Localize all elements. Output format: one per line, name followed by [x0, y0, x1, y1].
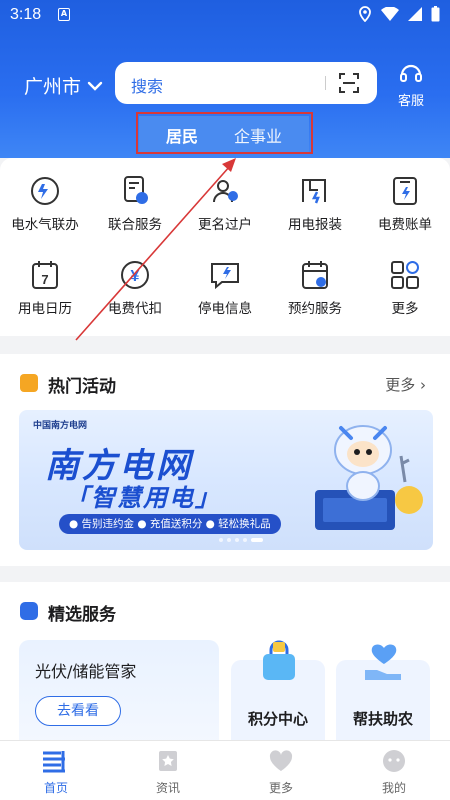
- banner-dots: [219, 538, 263, 542]
- banner-subtitle: 「智慧用电」: [65, 484, 221, 512]
- service-grid: 电水气联办 联合服务 更名过户 用电报装 电费账单 7 用电日历 ¥ 电费代扣 …: [0, 158, 450, 336]
- rename-transfer-icon: [213, 180, 238, 203]
- annotation-box: [136, 112, 313, 154]
- chevron-right-icon: ›: [420, 376, 426, 394]
- grid-item-power-install[interactable]: 用电报装: [270, 174, 360, 233]
- customer-service-button[interactable]: 客服: [394, 62, 428, 109]
- featured-icon: [20, 602, 38, 620]
- nav-news-label: 资讯: [155, 781, 180, 795]
- battery-icon: [431, 6, 440, 22]
- nav-home[interactable]: 首页: [0, 749, 112, 796]
- hot-activities-section: 热门活动 更多 › 中国南方电网 南方电网 「智慧用电」 ● 告别违约金 ● 充…: [0, 354, 450, 566]
- scan-icon[interactable]: [338, 72, 360, 94]
- go-see-button[interactable]: 去看看: [35, 696, 121, 726]
- points-center-card[interactable]: 积分中心: [231, 640, 325, 750]
- svg-text:¥: ¥: [131, 268, 140, 285]
- home-icon: [43, 751, 65, 773]
- points-center-label: 积分中心: [247, 710, 308, 728]
- status-bar: 3:18 A: [0, 0, 450, 32]
- banner-pill: ● 告别违约金 ● 充值送积分 ● 轻松换礼品: [59, 514, 281, 534]
- city-selector[interactable]: 广州市: [24, 72, 103, 99]
- mascot-illustration: [315, 425, 423, 530]
- nav-home-label: 首页: [43, 781, 68, 795]
- hot-activities-title: 热门活动: [48, 377, 116, 397]
- nav-more-label: 更多: [268, 781, 293, 795]
- profile-icon: [383, 750, 405, 772]
- nav-me-label: 我的: [381, 781, 406, 795]
- bill-icon: [393, 177, 417, 205]
- featured-services-section: 精选服务 光伏/储能管家 去看看 积分中心 帮扶助农: [0, 582, 450, 750]
- nav-me[interactable]: 我的: [338, 749, 450, 796]
- nav-news[interactable]: 资讯: [112, 749, 224, 796]
- points-center-icon: [263, 640, 295, 680]
- grid-item-appointment[interactable]: 预约服务: [270, 258, 360, 317]
- appointment-icon: [302, 261, 328, 289]
- heart-icon: [269, 750, 293, 771]
- banner-logo: 中国南方电网: [33, 421, 88, 431]
- grid-item-joint-service[interactable]: 联合服务: [90, 174, 180, 233]
- svg-text:7: 7: [41, 272, 48, 287]
- calendar-icon: 7: [32, 261, 58, 289]
- help-farmers-icon: [365, 644, 401, 680]
- customer-service-label: 客服: [397, 94, 424, 109]
- city-label: 广州市: [24, 76, 82, 98]
- activity-banner[interactable]: 中国南方电网 南方电网 「智慧用电」 ● 告别违约金 ● 充值送积分 ● 轻松换…: [19, 410, 433, 550]
- help-farmers-label: 帮扶助农: [352, 710, 413, 728]
- wifi-icon: [381, 7, 399, 21]
- search-input[interactable]: 搜索: [131, 73, 163, 97]
- solar-storage-title: 光伏/储能管家: [35, 662, 137, 681]
- grid-item-calendar[interactable]: 7 用电日历: [0, 258, 90, 317]
- water-electric-gas-icon: [31, 177, 59, 205]
- signal-icon: [408, 7, 422, 21]
- auto-debit-icon: ¥: [121, 261, 149, 289]
- grid-item-water-electric-gas[interactable]: 电水气联办: [0, 174, 90, 233]
- gift-icon: [20, 374, 38, 392]
- more-label: 更多: [385, 376, 416, 394]
- status-time: 3:18: [10, 6, 42, 23]
- grid-item-auto-debit[interactable]: ¥ 电费代扣: [90, 258, 180, 317]
- more-grid-icon: [391, 261, 419, 289]
- location-icon: [359, 6, 371, 22]
- header: 3:18 A 广州市 搜索 客服 居民 企事业: [0, 0, 450, 158]
- outage-info-icon: [211, 263, 239, 290]
- notification-icon: A: [58, 8, 70, 21]
- grid-item-bill[interactable]: 电费账单: [360, 174, 450, 233]
- nav-more[interactable]: 更多: [225, 749, 337, 796]
- bottom-nav: 首页 资讯 更多 我的: [0, 740, 450, 800]
- featured-title: 精选服务: [48, 605, 116, 625]
- solar-storage-card[interactable]: 光伏/储能管家 去看看: [19, 640, 219, 750]
- news-icon: [159, 751, 177, 771]
- grid-item-outage-info[interactable]: 停电信息: [180, 258, 270, 317]
- search-bar[interactable]: 搜索: [115, 62, 377, 104]
- chevron-down-icon: [87, 81, 103, 91]
- headset-icon: [400, 64, 422, 82]
- search-divider: [325, 76, 326, 90]
- grid-item-more[interactable]: 更多: [360, 258, 450, 317]
- help-farmers-card[interactable]: 帮扶助农: [336, 644, 430, 750]
- more-link[interactable]: 更多 ›: [385, 374, 426, 395]
- grid-item-rename-transfer[interactable]: 更名过户: [180, 174, 270, 233]
- power-install-icon: [302, 179, 326, 204]
- joint-service-icon: [124, 176, 148, 204]
